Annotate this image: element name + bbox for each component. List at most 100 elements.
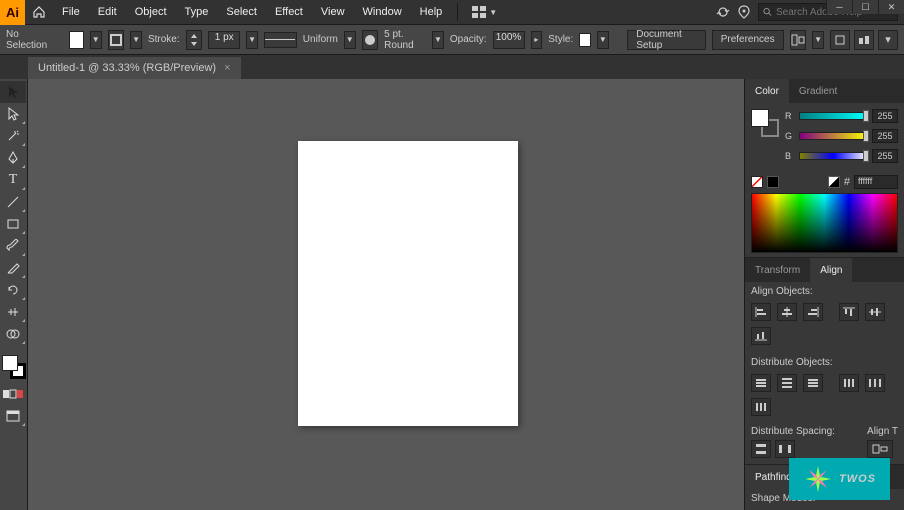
selection-tool[interactable] [0,81,26,103]
dist-vcenter-button[interactable] [777,374,797,392]
pencil-tool[interactable] [0,257,26,279]
brush-swatch[interactable] [362,30,379,50]
align-right-button[interactable] [803,303,823,321]
menu-edit[interactable]: Edit [89,0,126,25]
stroke-weight-stepper[interactable] [186,30,203,50]
align-bottom-button[interactable] [751,327,771,345]
window-restore-button[interactable]: ☐ [852,0,878,14]
align-to-selector[interactable] [867,440,893,458]
dist-hcenter-button[interactable] [865,374,885,392]
align-top-button[interactable] [839,303,859,321]
align-objects-label: Align Objects: [745,282,904,301]
gps-icon[interactable] [738,5,750,19]
dist-space-h-button[interactable] [775,440,795,458]
black-swatch[interactable] [767,176,779,188]
color-mode-buttons[interactable] [0,383,26,405]
dist-right-button[interactable] [751,398,771,416]
profile-preview[interactable] [264,32,297,48]
opacity-input[interactable]: 100% [493,31,525,49]
stroke-label: Stroke: [148,34,180,45]
dist-top-button[interactable] [751,374,771,392]
align-to-button[interactable] [790,30,807,50]
menu-window[interactable]: Window [354,0,411,25]
width-tool[interactable] [0,301,26,323]
opacity-label: Opacity: [450,34,487,45]
fill-stroke-control[interactable] [2,355,26,379]
stroke-swatch[interactable] [108,30,125,50]
menu-select[interactable]: Select [217,0,266,25]
align-hcenter-button[interactable] [777,303,797,321]
canvas-area[interactable] [28,79,744,510]
r-value[interactable]: 255 [872,109,898,123]
style-swatch[interactable] [579,33,591,47]
fill-swatch[interactable] [69,31,84,49]
workspace-switcher[interactable]: ▼ [464,6,505,18]
rectangle-tool[interactable] [0,213,26,235]
preferences-button[interactable]: Preferences [712,30,784,50]
document-tab-close[interactable]: × [224,62,230,74]
shape-builder-tool[interactable] [0,323,26,345]
menu-object[interactable]: Object [126,0,176,25]
color-panel-tab[interactable]: Color [745,79,789,103]
profile-dropdown[interactable]: ▼ [344,31,356,49]
type-tool[interactable]: T [0,169,26,191]
twos-watermark: TWOS [789,458,890,500]
transform-panel-tab[interactable]: Transform [745,258,810,282]
fill-color[interactable] [2,355,18,371]
dist-bottom-button[interactable] [803,374,823,392]
isolate-icon[interactable] [854,30,874,50]
gradient-panel-tab[interactable]: Gradient [789,79,847,103]
g-slider[interactable] [799,132,868,140]
right-panels: Color Gradient R 255 G 255 [744,79,904,510]
search-icon [763,7,772,17]
direct-selection-tool[interactable] [0,103,26,125]
magic-wand-tool[interactable] [0,125,26,147]
stroke-weight-input[interactable]: 1 px [208,31,240,49]
panel-menu-icon[interactable]: ▾ [878,30,898,50]
align-panel-tab[interactable]: Align [810,258,852,282]
window-minimize-button[interactable]: ─ [826,0,852,14]
toolbox: T [0,79,28,510]
bw-swatch[interactable] [828,176,840,188]
align-to-dropdown[interactable]: ▼ [812,31,824,49]
none-swatch[interactable] [751,176,763,188]
style-label: Style: [548,34,573,45]
r-slider[interactable] [799,112,868,120]
dist-left-button[interactable] [839,374,859,392]
pen-tool[interactable] [0,147,26,169]
stroke-dropdown[interactable]: ▼ [130,31,142,49]
menu-type[interactable]: Type [176,0,218,25]
window-close-button[interactable]: ✕ [878,0,904,14]
menu-effect[interactable]: Effect [266,0,312,25]
style-dropdown[interactable]: ▼ [597,31,609,49]
artboard[interactable] [298,141,518,426]
paintbrush-tool[interactable] [0,235,26,257]
color-fill-stroke[interactable] [751,109,779,137]
align-left-button[interactable] [751,303,771,321]
b-label: B [785,151,795,161]
b-slider[interactable] [799,152,868,160]
screen-mode-button[interactable] [0,405,26,427]
document-tab-title: Untitled-1 @ 33.33% (RGB/Preview) [38,62,216,74]
document-tab[interactable]: Untitled-1 @ 33.33% (RGB/Preview) × [28,57,241,79]
rotate-tool[interactable] [0,279,26,301]
document-setup-button[interactable]: Document Setup [627,30,705,50]
b-value[interactable]: 255 [872,149,898,163]
menu-help[interactable]: Help [411,0,452,25]
color-spectrum[interactable] [751,193,898,253]
line-tool[interactable] [0,191,26,213]
hex-input[interactable]: ffffff [854,175,898,189]
align-vcenter-button[interactable] [865,303,885,321]
menu-view[interactable]: View [312,0,354,25]
home-icon[interactable] [25,5,53,19]
dist-space-v-button[interactable] [751,440,771,458]
fill-dropdown[interactable]: ▼ [90,31,102,49]
g-value[interactable]: 255 [872,129,898,143]
transform-panel-icon[interactable] [830,30,850,50]
document-tabbar: Untitled-1 @ 33.33% (RGB/Preview) × [0,55,904,79]
opacity-dropdown[interactable]: ▸ [531,31,543,49]
menu-file[interactable]: File [53,0,89,25]
stroke-weight-dropdown[interactable]: ▼ [246,31,258,49]
brush-dropdown[interactable]: ▼ [432,31,444,49]
sync-icon[interactable] [716,5,730,19]
